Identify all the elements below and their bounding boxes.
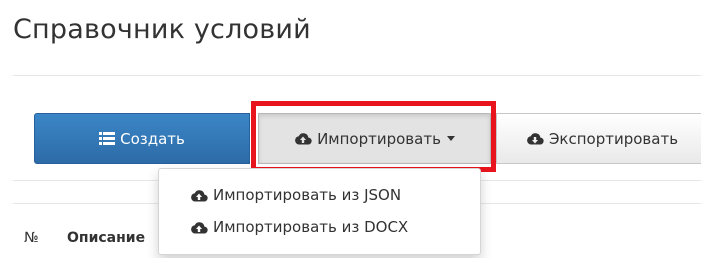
create-button-label: Создать	[120, 129, 185, 148]
column-header-description[interactable]: Описание	[67, 230, 145, 246]
title-divider	[13, 75, 701, 76]
export-button-label: Экспортировать	[548, 129, 679, 148]
create-button[interactable]: Создать	[34, 113, 250, 164]
caret-down-icon	[446, 136, 455, 141]
cloud-upload-icon	[190, 221, 208, 234]
import-dropdown-menu: Импортировать из JSON Импортировать из D…	[158, 168, 481, 255]
menu-item-label: Импортировать из JSON	[213, 186, 402, 204]
export-button[interactable]: Экспортировать	[496, 113, 701, 164]
menu-item-import-docx[interactable]: Импортировать из DOCX	[159, 211, 480, 243]
cloud-download-icon	[526, 132, 544, 145]
table-header-row: № Описание	[24, 230, 145, 246]
column-header-number: №	[24, 230, 39, 246]
cloud-upload-icon	[294, 132, 312, 145]
import-dropdown-button[interactable]: Импортировать	[258, 113, 491, 164]
page-title: Справочник условий	[13, 14, 311, 45]
list-icon	[99, 132, 116, 145]
menu-item-label: Импортировать из DOCX	[213, 218, 409, 236]
cloud-upload-icon	[190, 189, 208, 202]
menu-item-import-json[interactable]: Импортировать из JSON	[159, 179, 480, 211]
import-button-label: Импортировать	[317, 129, 441, 148]
